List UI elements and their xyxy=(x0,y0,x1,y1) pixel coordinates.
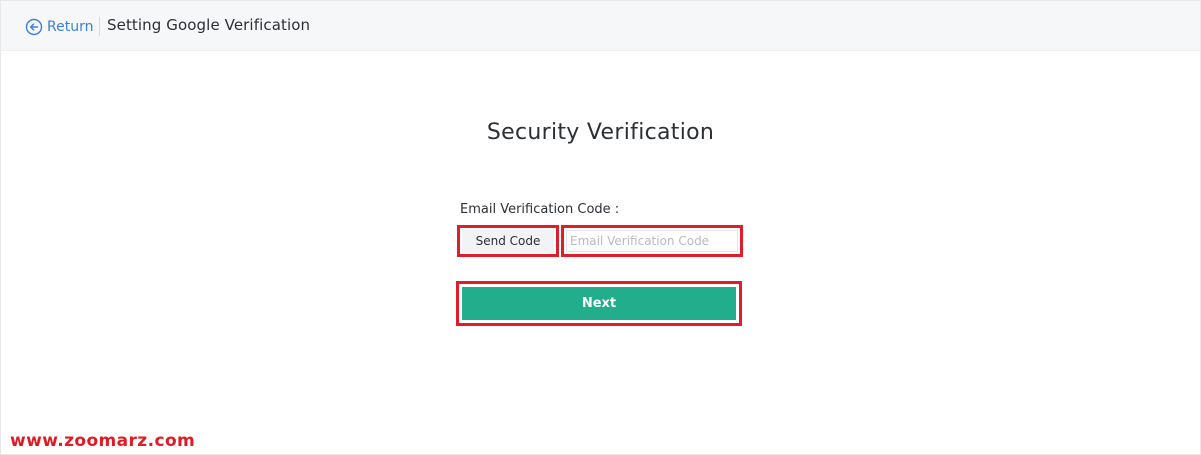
email-code-input[interactable] xyxy=(566,230,738,252)
next-button-wrapper: Next xyxy=(456,281,742,326)
security-verification-heading: Security Verification xyxy=(486,120,715,145)
return-label: Return xyxy=(47,19,94,35)
page-title: Setting Google Verification xyxy=(107,16,311,34)
send-code-button[interactable]: Send Code xyxy=(457,225,559,257)
next-button[interactable]: Next xyxy=(462,287,736,320)
arrow-left-circle-icon xyxy=(25,18,43,36)
email-code-label: Email Verification Code : xyxy=(460,202,620,217)
return-link[interactable]: Return xyxy=(25,17,93,37)
email-code-field-wrapper xyxy=(561,225,743,257)
top-bar: Return Setting Google Verification xyxy=(1,1,1200,51)
watermark-text: www.zoomarz.com xyxy=(10,431,196,451)
header-divider xyxy=(99,17,100,36)
send-code-label: Send Code xyxy=(462,229,554,253)
